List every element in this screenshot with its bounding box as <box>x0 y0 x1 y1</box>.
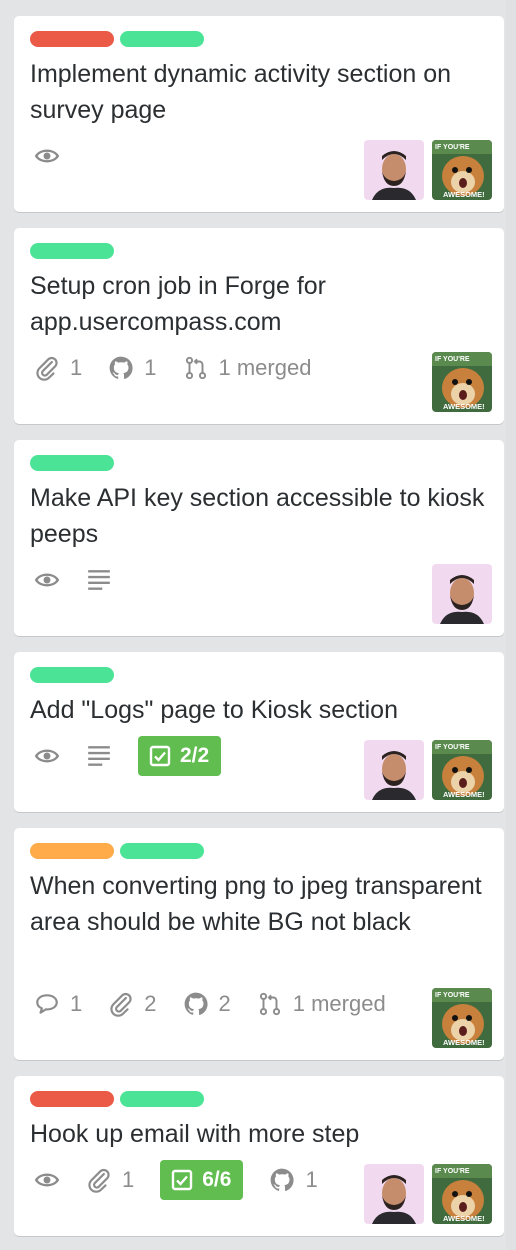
watch-icon <box>34 567 60 593</box>
card-title: Hook up email with more step <box>30 1120 360 1148</box>
checkbox-icon <box>172 1169 193 1191</box>
svg-text:AWESOME!: AWESOME! <box>443 402 485 411</box>
attachment-badge: 2 <box>108 991 157 1017</box>
pull-request-icon <box>185 356 206 380</box>
github-icon <box>109 356 133 379</box>
card[interactable]: Hook up email with more step 1 6/6 1 IF … <box>14 1076 504 1236</box>
label-orange[interactable] <box>30 843 114 859</box>
hamster-avatar[interactable]: IF YOU'RE AWESOME! <box>432 740 492 800</box>
card-title: When converting png to jpeg transparent … <box>30 872 482 936</box>
label-red[interactable] <box>30 1091 114 1107</box>
watch-icon <box>34 743 60 769</box>
label-green[interactable] <box>120 843 204 859</box>
card-title: Implement dynamic activity section on su… <box>30 60 452 124</box>
checklist-badge: 2/2 <box>138 736 222 776</box>
card-labels <box>30 243 120 259</box>
svg-text:AWESOME!: AWESOME! <box>443 790 485 799</box>
card-members: IF YOU'RE AWESOME! <box>424 988 492 1048</box>
card-members <box>424 564 492 624</box>
hamster-avatar[interactable]: IF YOU'RE AWESOME! <box>432 1164 492 1224</box>
label-green[interactable] <box>30 455 114 471</box>
card[interactable]: Add "Logs" page to Kiosk section 2/2 IF … <box>14 652 504 812</box>
checkbox-icon <box>149 745 171 767</box>
card-badges: 1 6/6 1 <box>34 1160 344 1200</box>
svg-text:IF YOU'RE: IF YOU'RE <box>435 1168 470 1175</box>
label-green[interactable] <box>30 667 114 683</box>
card-labels <box>30 667 120 683</box>
hamster-avatar[interactable]: IF YOU'RE AWESOME! <box>432 352 492 412</box>
comment-icon <box>36 994 58 1014</box>
svg-text:IF YOU'RE: IF YOU'RE <box>435 144 470 151</box>
svg-text:IF YOU'RE: IF YOU'RE <box>435 744 470 751</box>
pull-request-badge: 1 merged <box>257 991 386 1017</box>
svg-text:AWESOME!: AWESOME! <box>443 1214 485 1223</box>
github-icon <box>184 992 208 1015</box>
card[interactable]: Implement dynamic activity section on su… <box>14 16 504 212</box>
man-avatar[interactable] <box>364 1164 424 1224</box>
description-icon <box>86 567 112 593</box>
card-badges <box>34 136 86 176</box>
hamster-avatar[interactable]: IF YOU'RE AWESOME! <box>432 140 492 200</box>
card-title: Make API key section accessible to kiosk… <box>30 484 485 548</box>
man-avatar[interactable] <box>432 564 492 624</box>
scrollbar-track[interactable] <box>506 0 516 1250</box>
card[interactable]: When converting png to jpeg transparent … <box>14 828 504 1060</box>
card-labels <box>30 31 210 47</box>
watch-icon <box>34 1167 60 1193</box>
svg-text:AWESOME!: AWESOME! <box>443 1038 485 1047</box>
card-badges <box>34 560 138 600</box>
svg-text:AWESOME!: AWESOME! <box>443 190 485 199</box>
card-title: Setup cron job in Forge for app.usercomp… <box>30 272 326 336</box>
card[interactable]: Make API key section accessible to kiosk… <box>14 440 504 636</box>
pull-request-icon <box>259 992 280 1016</box>
label-green[interactable] <box>120 31 204 47</box>
github-badge: 1 <box>108 355 157 381</box>
svg-text:IF YOU'RE: IF YOU'RE <box>435 992 470 999</box>
card-labels <box>30 455 120 471</box>
card-members: IF YOU'RE AWESOME! <box>356 1164 492 1224</box>
github-badge: 1 <box>269 1167 318 1193</box>
github-icon <box>271 1168 295 1191</box>
paperclip-icon <box>88 1168 110 1193</box>
paperclip-icon <box>110 992 132 1017</box>
paperclip-icon <box>36 356 58 381</box>
card-labels <box>30 843 210 859</box>
attachment-badge: 1 <box>34 355 82 381</box>
attachment-badge: 1 <box>86 1167 134 1193</box>
card-badges: 1 2 2 1 merged <box>34 984 412 1024</box>
pull-request-badge: 1 merged <box>183 355 311 381</box>
man-avatar[interactable] <box>364 140 424 200</box>
man-avatar[interactable] <box>364 740 424 800</box>
label-green[interactable] <box>120 1091 204 1107</box>
card-members: IF YOU'RE AWESOME! <box>356 140 492 200</box>
description-icon <box>86 743 112 769</box>
comments-badge: 1 <box>34 991 82 1017</box>
card-members: IF YOU'RE AWESOME! <box>424 352 492 412</box>
checklist-badge: 6/6 <box>160 1160 244 1200</box>
card-labels <box>30 1091 210 1107</box>
watch-icon <box>34 143 60 169</box>
card-title: Add "Logs" page to Kiosk section <box>30 696 398 724</box>
card-badges: 1 1 1 merged <box>34 348 337 388</box>
card-members: IF YOU'RE AWESOME! <box>356 740 492 800</box>
card-badges: 2/2 <box>34 736 247 776</box>
label-red[interactable] <box>30 31 114 47</box>
hamster-avatar[interactable]: IF YOU'RE AWESOME! <box>432 988 492 1048</box>
svg-text:IF YOU'RE: IF YOU'RE <box>435 356 470 363</box>
github-badge: 2 <box>183 991 231 1017</box>
card[interactable]: Setup cron job in Forge for app.usercomp… <box>14 228 504 424</box>
label-green[interactable] <box>30 243 114 259</box>
